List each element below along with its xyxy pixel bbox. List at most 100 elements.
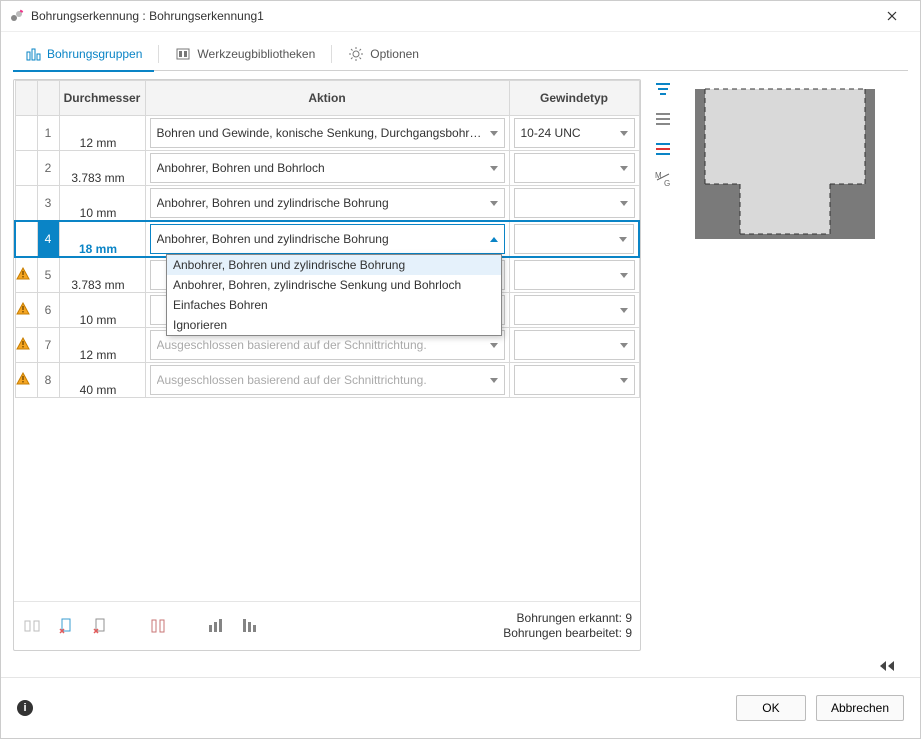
- warning-icon: [16, 267, 30, 281]
- tab-optionen[interactable]: Optionen: [336, 38, 431, 70]
- thread-select[interactable]: [514, 153, 635, 183]
- sort-desc-icon[interactable]: [240, 616, 260, 636]
- holes-table: Durchmesser Aktion Gewindetyp 1 12 mm Bohr…: [14, 80, 640, 398]
- action-select-text: Anbohrer, Bohren und zylindrische Bohrun…: [157, 196, 484, 210]
- hole-preview: [685, 79, 885, 249]
- thread-select[interactable]: [514, 188, 635, 218]
- tab-werkzeugbibliotheken[interactable]: Werkzeugbibliotheken: [163, 38, 327, 70]
- delete-hole-icon[interactable]: [56, 616, 76, 636]
- warning-cell: [15, 257, 37, 293]
- thread-select[interactable]: [514, 330, 635, 360]
- info-icon[interactable]: i: [17, 700, 33, 716]
- action-cell: Anbohrer, Bohren und Bohrloch: [145, 151, 509, 186]
- window-close-button[interactable]: [872, 2, 912, 30]
- header-warning[interactable]: [15, 81, 37, 116]
- sort-asc-icon[interactable]: [206, 616, 226, 636]
- action-select-text: Anbohrer, Bohren und zylindrische Bohrun…: [157, 232, 484, 246]
- diameter-value: 3.783 mm: [71, 278, 124, 292]
- thread-cell: [509, 186, 639, 222]
- row-index: 3: [37, 186, 59, 222]
- header-diameter[interactable]: Durchmesser: [59, 81, 145, 116]
- highlight-icon[interactable]: [653, 139, 673, 159]
- dropdown-option[interactable]: Anbohrer, Bohren und zylindrische Bohrun…: [167, 255, 501, 275]
- ok-button[interactable]: OK: [736, 695, 806, 721]
- warning-cell: [15, 221, 37, 257]
- thread-select[interactable]: [514, 295, 635, 325]
- thread-select[interactable]: [514, 260, 635, 290]
- cancel-button[interactable]: Abbrechen: [816, 695, 904, 721]
- warning-cell: [15, 186, 37, 222]
- list-icon[interactable]: [653, 109, 673, 129]
- reorder-icon[interactable]: [148, 616, 168, 636]
- header-thread[interactable]: Gewindetyp: [509, 81, 639, 116]
- thread-cell: [509, 221, 639, 257]
- app-icon: [9, 8, 25, 24]
- diameter-value: 40 mm: [80, 383, 117, 397]
- separator: [158, 45, 159, 63]
- dropdown-option[interactable]: Einfaches Bohren: [167, 295, 501, 315]
- barchart-icon: [25, 46, 41, 62]
- table-wrapper: Durchmesser Aktion Gewindetyp 1 12 mm Bohr…: [14, 80, 640, 601]
- caret-down-icon: [620, 343, 628, 348]
- diameter-value: 12 mm: [80, 136, 117, 150]
- diameter-cell: 10 mm: [59, 293, 145, 328]
- dropdown-option[interactable]: Ignorieren: [167, 315, 501, 335]
- action-select-text: Ausgeschlossen basierend auf der Schnitt…: [157, 373, 484, 387]
- action-select[interactable]: Anbohrer, Bohren und zylindrische Bohrun…: [150, 224, 505, 254]
- caret-down-icon: [490, 166, 498, 171]
- table-row[interactable]: 1 12 mm Bohren und Gewinde, konische Senku…: [15, 116, 639, 151]
- delete-group-icon[interactable]: [90, 616, 110, 636]
- window-title: Bohrungserkennung : Bohrungserkennung1: [31, 9, 872, 23]
- table-row[interactable]: 23.783 mmAnbohrer, Bohren und Bohrloch: [15, 151, 639, 186]
- close-icon: [887, 11, 897, 21]
- action-select-text: Bohren und Gewinde, konische Senkung, Du…: [157, 126, 484, 140]
- table-row[interactable]: 8 40 mm Ausgeschlossen basierend auf der S…: [15, 363, 639, 398]
- action-select[interactable]: Bohren und Gewinde, konische Senkung, Du…: [150, 118, 505, 148]
- diameter-cell: 3.783 mm: [59, 151, 145, 186]
- caret-down-icon: [620, 201, 628, 206]
- thread-cell: [509, 328, 639, 363]
- units-icon[interactable]: MG: [653, 169, 673, 189]
- header-index[interactable]: [37, 81, 59, 116]
- filter-icon[interactable]: [653, 79, 673, 99]
- tab-label: Werkzeugbibliotheken: [197, 47, 315, 61]
- caret-down-icon: [620, 131, 628, 136]
- group-icon: [22, 616, 42, 636]
- header-action[interactable]: Aktion: [145, 81, 509, 116]
- table-panel: Durchmesser Aktion Gewindetyp 1 12 mm Bohr…: [13, 79, 641, 651]
- warning-cell: [15, 151, 37, 186]
- caret-down-icon: [619, 237, 627, 242]
- row-index: 4: [37, 221, 59, 257]
- action-cell: Ausgeschlossen basierend auf der Schnitt…: [145, 363, 509, 398]
- diameter-value: 10 mm: [80, 313, 117, 327]
- action-select[interactable]: Ausgeschlossen basierend auf der Schnitt…: [150, 365, 505, 395]
- caret-down-icon: [490, 378, 498, 383]
- dialog-body: Bohrungsgruppen Werkzeugbibliotheken Opt…: [1, 32, 920, 677]
- rewind-icon[interactable]: [870, 655, 904, 677]
- action-select[interactable]: Anbohrer, Bohren und zylindrische Bohrun…: [150, 188, 505, 218]
- action-cell: Anbohrer, Bohren und zylindrische Bohrun…: [145, 186, 509, 222]
- dropdown-option[interactable]: Anbohrer, Bohren, zylindrische Senkung u…: [167, 275, 501, 295]
- tab-bohrungsgruppen[interactable]: Bohrungsgruppen: [13, 38, 154, 72]
- caret-down-icon: [490, 343, 498, 348]
- diameter-cell: 10 mm: [59, 186, 145, 222]
- caret-down-icon: [620, 378, 628, 383]
- table-row[interactable]: 310 mm Anbohrer, Bohren und zylindrische …: [15, 186, 639, 222]
- thread-select[interactable]: [514, 365, 635, 395]
- table-row[interactable]: 4 18 mm Anbohrer, Bohren und zylindrische …: [15, 221, 639, 257]
- action-dropdown-list[interactable]: Anbohrer, Bohren und zylindrische Bohrun…: [166, 254, 502, 336]
- diameter-cell: 3.783 mm: [59, 257, 145, 293]
- thread-select-text: 10-24 UNC: [521, 126, 614, 140]
- caret-down-icon: [620, 308, 628, 313]
- tab-bar: Bohrungsgruppen Werkzeugbibliotheken Opt…: [13, 38, 908, 71]
- diameter-cell: 12 mm: [59, 116, 145, 151]
- row-index: 8: [37, 363, 59, 398]
- titlebar: Bohrungserkennung : Bohrungserkennung1: [1, 1, 920, 32]
- thread-select[interactable]: 10-24 UNC: [514, 118, 635, 148]
- row-index: 1: [37, 116, 59, 151]
- thread-cell: [509, 293, 639, 328]
- action-select[interactable]: Anbohrer, Bohren und Bohrloch: [150, 153, 505, 183]
- thread-select[interactable]: [514, 224, 635, 254]
- warning-icon: [16, 372, 30, 386]
- diameter-value: 18 mm: [79, 242, 117, 256]
